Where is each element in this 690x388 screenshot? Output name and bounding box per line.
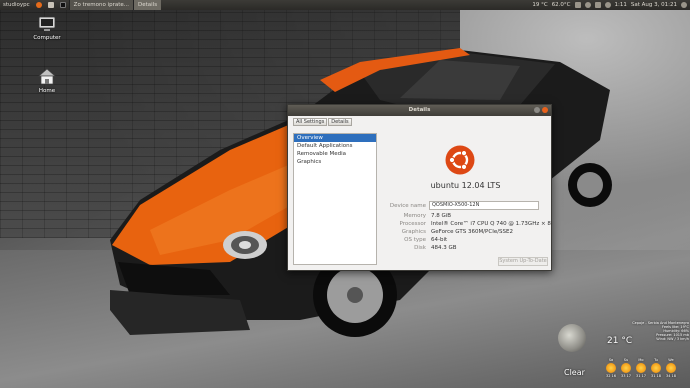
power-icon[interactable] [681, 2, 687, 8]
moon-icon [558, 324, 586, 352]
system-up-to-date-button[interactable]: System Up-To-Date [498, 257, 548, 266]
info-label: Disk [414, 245, 426, 251]
minimize-icon[interactable] [534, 107, 540, 113]
forecast-day: We 34 18 [665, 358, 677, 378]
ubuntu-logo-icon [445, 145, 475, 175]
taskbar-item-details[interactable]: Details [133, 0, 162, 10]
forecast-day: Mo 31 17 [635, 358, 647, 378]
firefox-icon [35, 2, 42, 8]
clock[interactable]: Sat Aug 3, 01:21 [631, 0, 677, 10]
sidebar-item-overview[interactable]: Overview [294, 134, 376, 142]
forecast-day: Su 33 17 [620, 358, 632, 378]
weather-indicator[interactable]: 19 °C [532, 0, 547, 10]
forecast-day: Sa 32 16 [605, 358, 617, 378]
forecast-temps: 32 16 [605, 374, 617, 378]
details-toolbar: All Settings Details [288, 116, 551, 127]
close-icon[interactable] [542, 107, 548, 113]
mail-icon[interactable] [584, 2, 591, 8]
weather-station-info: Cepoje - Serbia And Montenegro Feels lik… [623, 321, 689, 341]
forecast-temps: 31 17 [635, 374, 647, 378]
terminal-icon [59, 2, 66, 8]
device-name-row: Device name QOSMIO-X500-12N [383, 201, 548, 210]
device-name-label: Device name [389, 203, 426, 209]
home-icon [38, 68, 56, 85]
forecast-temps: 34 18 [665, 374, 677, 378]
info-row-disk: Disk 484.3 GB [383, 244, 548, 252]
desktop-icon-home-label: Home [38, 88, 56, 94]
device-name-field[interactable]: QOSMIO-X500-12N [429, 201, 539, 210]
firefox-launcher[interactable] [33, 0, 45, 10]
info-label: Graphics [401, 229, 426, 235]
weather-condition: Clear [564, 368, 585, 377]
sun-icon [636, 363, 646, 373]
forecast-day: Tu 31 18 [650, 358, 662, 378]
network-icon[interactable] [574, 2, 581, 8]
volume-icon[interactable] [604, 2, 611, 8]
details-window-titlebar[interactable]: Details [288, 105, 551, 116]
top-panel: studioypc Zo tremono iprate... Details 1… [0, 0, 690, 10]
forecast-temps: 33 17 [620, 374, 632, 378]
info-row-processor: Processor Intel® Core™ i7 CPU Q 740 @ 1.… [383, 220, 551, 228]
terminal-launcher[interactable] [57, 0, 69, 10]
sidebar-item-graphics[interactable]: Graphics [294, 158, 376, 166]
files-launcher[interactable] [45, 0, 57, 10]
details-breadcrumb-button[interactable]: Details [328, 118, 352, 126]
info-row-graphics: Graphics GeForce GTS 360M/PCIe/SSE2 [383, 228, 548, 236]
info-value: 64-bit [431, 237, 448, 243]
details-sidebar: Overview Default Applications Removable … [293, 133, 377, 265]
station-line: Wind: NW / 3 km/h [656, 337, 689, 341]
info-value: Intel® Core™ i7 CPU Q 740 @ 1.73GHz × 8 [431, 221, 551, 227]
weather-widget: 21 °C Clear Cepoje - Serbia And Monteneg… [555, 318, 690, 386]
computer-icon [38, 16, 56, 31]
desktop-icon-computer-label: Computer [33, 35, 61, 41]
all-settings-button[interactable]: All Settings [293, 118, 328, 126]
forecast-temps: 31 18 [650, 374, 662, 378]
forecast-day-name: Su [623, 358, 629, 362]
sidebar-item-removable-media[interactable]: Removable Media [294, 150, 376, 158]
user-menu[interactable]: studioypc [0, 0, 33, 10]
time-indicator[interactable]: 1:11 [615, 0, 627, 10]
forecast-day-name: Tu [654, 358, 658, 362]
info-label: Memory [403, 213, 426, 219]
info-label: OS type [404, 237, 426, 243]
sun-icon [651, 363, 661, 373]
info-label: Processor [399, 221, 427, 227]
taskbar-item-browser[interactable]: Zo tremono iprate... [68, 0, 133, 10]
details-window: Details All Settings Details Overview De… [287, 104, 552, 271]
forecast-day-name: Mo [638, 358, 644, 362]
battery-icon[interactable] [594, 2, 601, 8]
weather-forecast: Sa 32 16 Su 33 17 Mo 31 17 Tu 31 18 We 3… [605, 358, 677, 378]
forecast-day-name: Sa [608, 358, 614, 362]
user-name: studioypc [3, 2, 30, 8]
forecast-day-name: We [668, 358, 674, 362]
info-value: 484.3 GB [431, 245, 457, 251]
sun-icon [606, 363, 616, 373]
info-value: GeForce GTS 360M/PCIe/SSE2 [431, 229, 514, 235]
taskbar-item-details-label: Details [138, 2, 158, 8]
overview-panel: ubuntu 12.04 LTS Device name QOSMIO-X500… [383, 133, 551, 266]
info-row-memory: Memory 7.8 GiB [383, 212, 548, 220]
sun-icon [666, 363, 676, 373]
os-name: ubuntu 12.04 LTS [430, 181, 501, 190]
info-row-os-type: OS type 64-bit [383, 236, 548, 244]
sun-icon [621, 363, 631, 373]
desktop-icon-home[interactable]: Home [27, 66, 67, 94]
cpu-temp-indicator[interactable]: 62.0°C [552, 0, 571, 10]
sidebar-item-default-applications[interactable]: Default Applications [294, 142, 376, 150]
details-window-title: Details [408, 107, 431, 113]
desktop-icon-computer[interactable]: Computer [27, 15, 67, 41]
info-value: 7.8 GiB [431, 213, 452, 219]
taskbar-item-browser-label: Zo tremono iprate... [73, 2, 129, 8]
folder-icon [47, 2, 54, 8]
